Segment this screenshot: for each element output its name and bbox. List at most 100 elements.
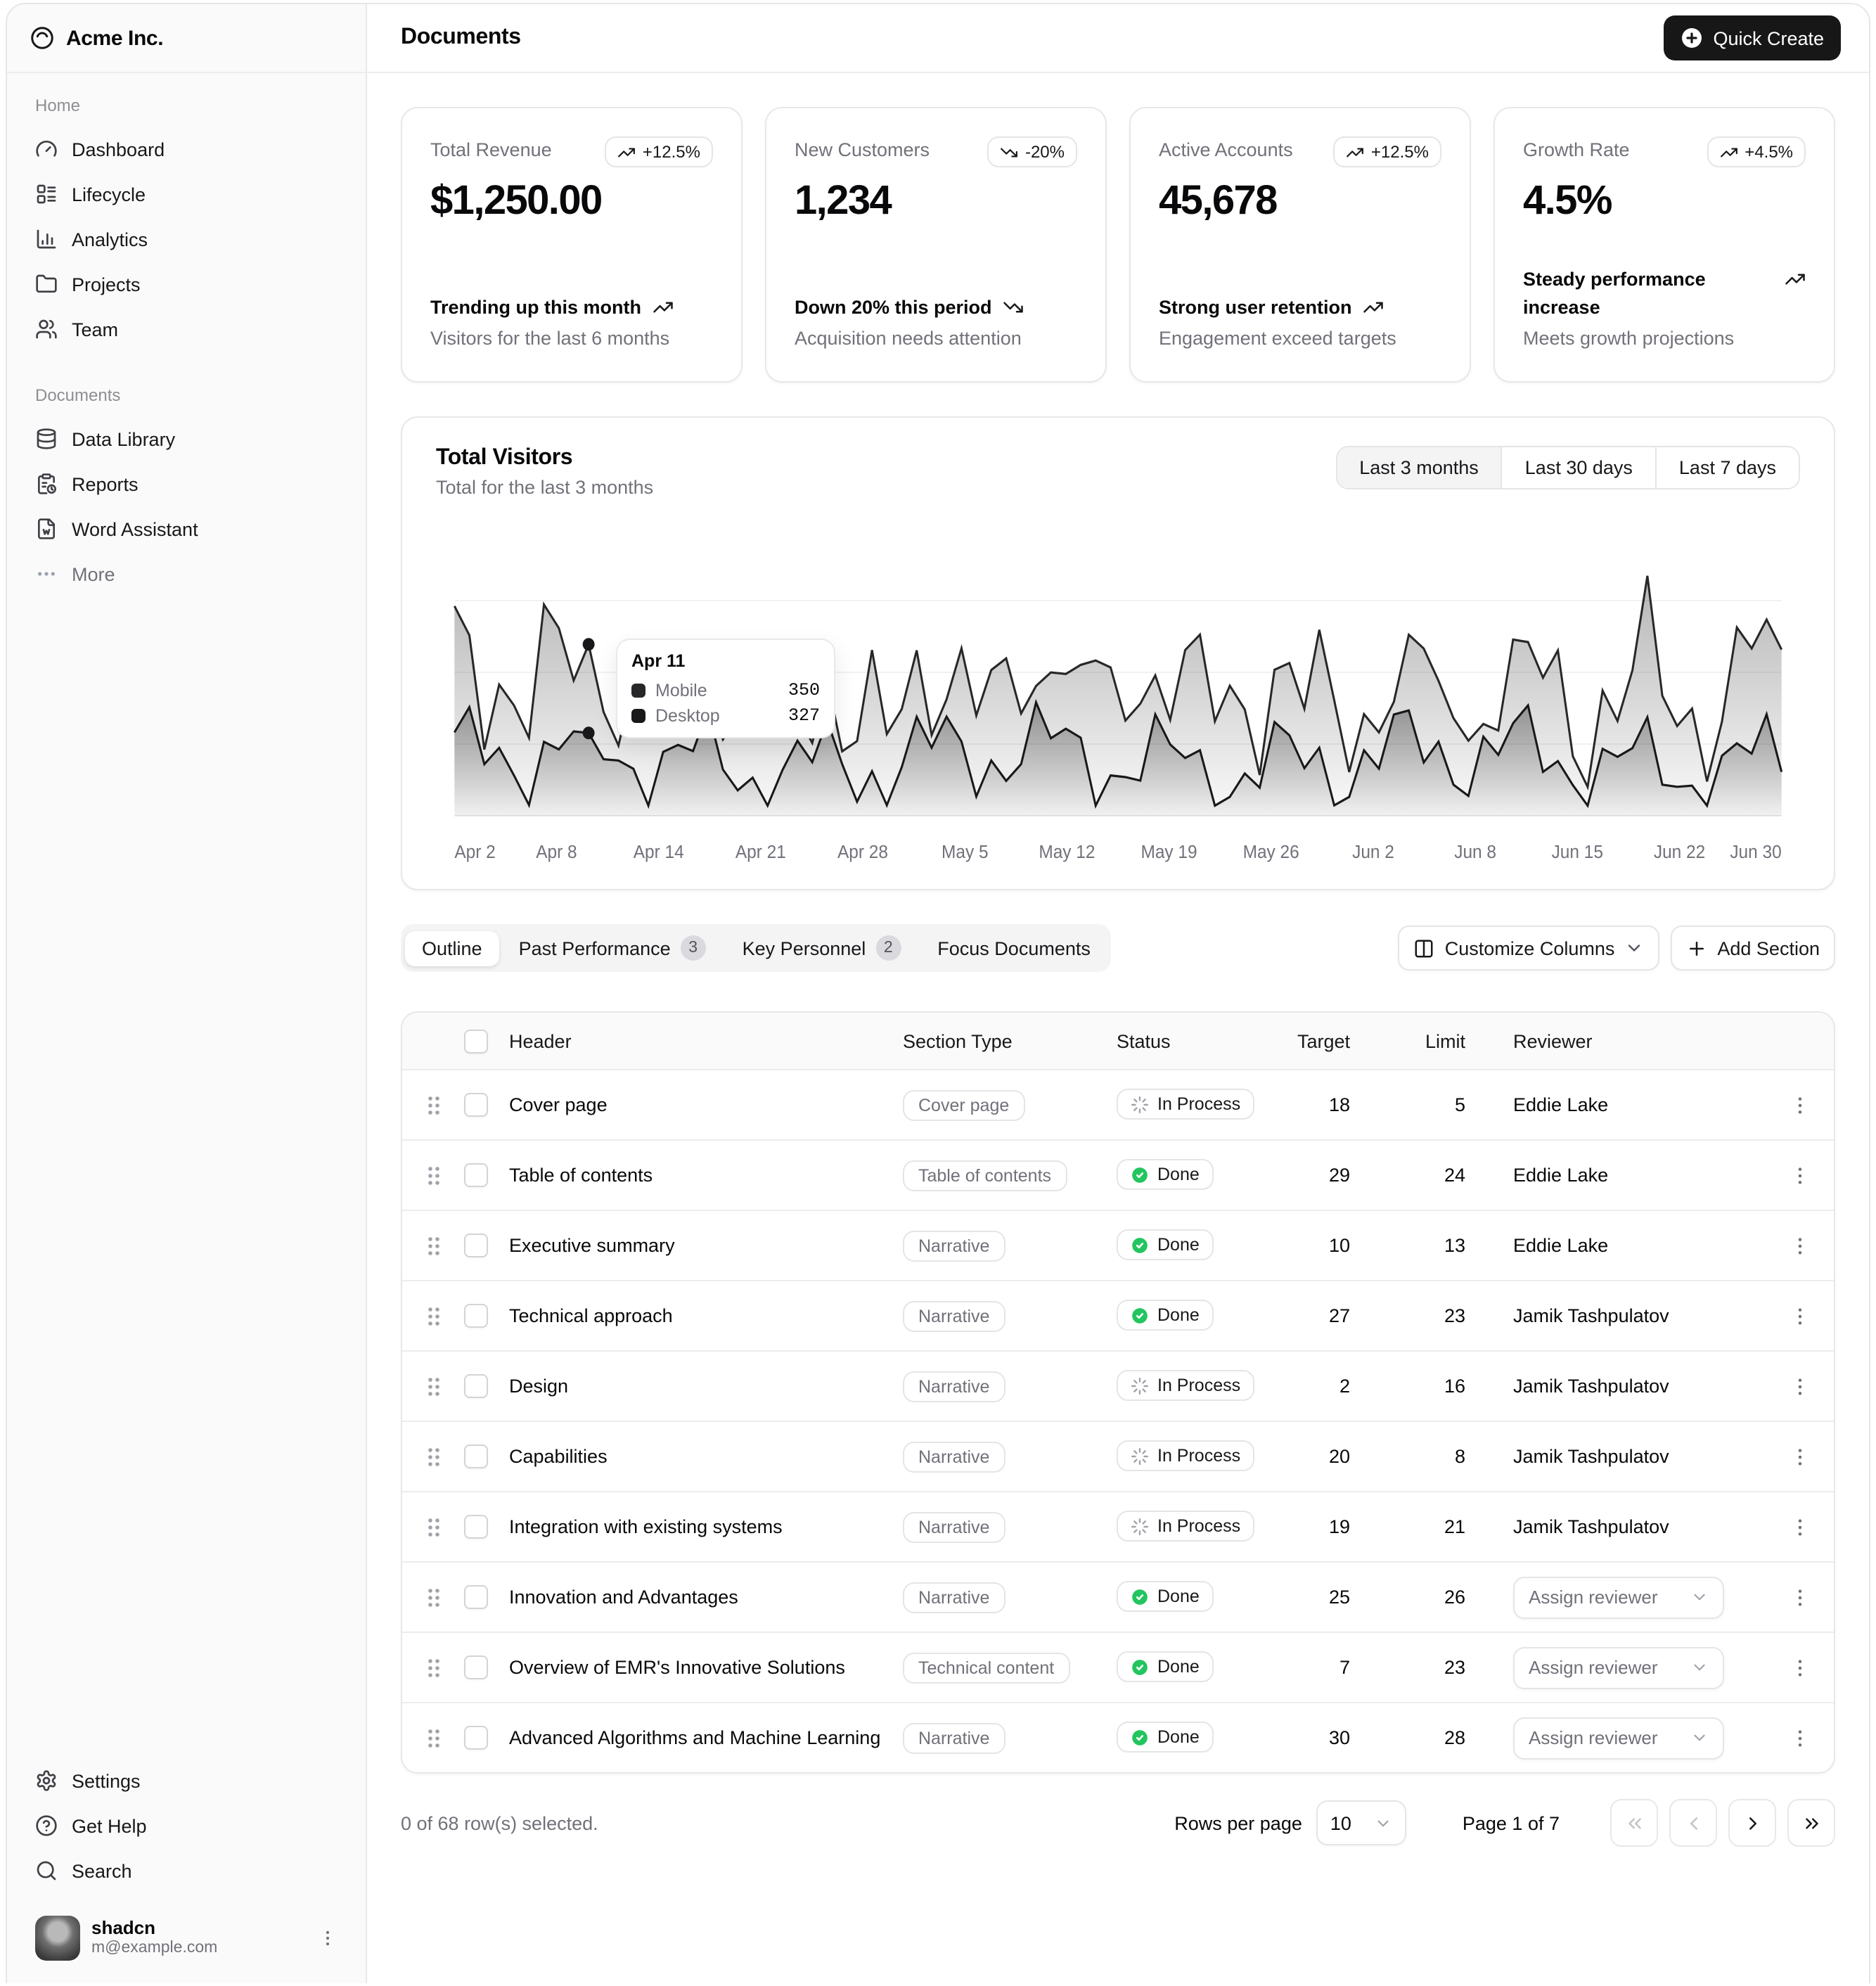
user-menu[interactable]: shadcn m@example.com [24,1907,349,1969]
row-actions-button[interactable] [1766,1516,1834,1538]
range-last-30-days[interactable]: Last 30 days [1501,447,1655,488]
previous-page-button[interactable] [1669,1799,1717,1847]
quick-create-button[interactable]: Quick Create [1664,15,1841,60]
row-header-cell[interactable]: Cover page [509,1094,903,1115]
limit-cell[interactable]: 13 [1370,1235,1485,1256]
target-cell[interactable]: 27 [1257,1305,1370,1326]
row-header-cell[interactable]: Technical approach [509,1305,903,1326]
rows-per-page-select[interactable]: 10 [1316,1800,1406,1845]
tab-focus-documents[interactable]: Focus Documents [920,930,1107,966]
row-header-cell[interactable]: Innovation and Advantages [509,1587,903,1608]
row-checkbox[interactable] [464,1163,488,1187]
chart-area[interactable]: Apr 2Apr 8Apr 14Apr 21Apr 28May 5May 12M… [436,523,1800,875]
row-actions-button[interactable] [1766,1305,1834,1327]
row-header-cell[interactable]: Design [509,1376,903,1397]
sidebar-item-team[interactable]: Team [24,307,349,352]
clipboard-icon [35,473,58,495]
limit-cell[interactable]: 24 [1370,1165,1485,1186]
row-checkbox[interactable] [464,1444,488,1468]
sidebar-item-projects[interactable]: Projects [24,262,349,307]
row-actions-button[interactable] [1766,1586,1834,1608]
stat-label: Active Accounts [1159,136,1293,160]
drag-handle-icon[interactable] [402,1305,464,1327]
limit-cell[interactable]: 21 [1370,1516,1485,1537]
assign-reviewer-select[interactable]: Assign reviewer [1513,1646,1724,1689]
limit-cell[interactable]: 5 [1370,1094,1485,1115]
row-actions-button[interactable] [1766,1094,1834,1116]
row-checkbox[interactable] [464,1304,488,1328]
limit-cell[interactable]: 26 [1370,1587,1485,1608]
limit-cell[interactable]: 8 [1370,1446,1485,1467]
range-last-7-days[interactable]: Last 7 days [1655,447,1799,488]
range-last-3-months[interactable]: Last 3 months [1337,447,1501,488]
target-cell[interactable]: 20 [1257,1446,1370,1467]
limit-cell[interactable]: 28 [1370,1727,1485,1748]
row-checkbox[interactable] [464,1093,488,1117]
row-checkbox[interactable] [464,1515,488,1539]
sidebar-item-dashboard[interactable]: Dashboard [24,127,349,172]
row-header-cell[interactable]: Advanced Algorithms and Machine Learning [509,1727,903,1748]
tab-past-performance[interactable]: Past Performance3 [502,928,723,968]
drag-handle-icon[interactable] [402,1516,464,1538]
series-swatch [631,684,645,698]
drag-handle-icon[interactable] [402,1726,464,1749]
row-checkbox[interactable] [464,1585,488,1609]
sidebar-item-more[interactable]: More [24,551,349,596]
assign-reviewer-select[interactable]: Assign reviewer [1513,1717,1724,1759]
row-header-cell[interactable]: Overview of EMR's Innovative Solutions [509,1657,903,1678]
row-header-cell[interactable]: Executive summary [509,1235,903,1256]
next-page-button[interactable] [1728,1799,1776,1847]
target-cell[interactable]: 2 [1257,1376,1370,1397]
sidebar-item-get-help[interactable]: Get Help [24,1803,349,1848]
drag-handle-icon[interactable] [402,1586,464,1608]
last-page-button[interactable] [1787,1799,1835,1847]
sidebar-item-word-assistant[interactable]: Word Assistant [24,506,349,551]
drag-handle-icon[interactable] [402,1234,464,1257]
target-cell[interactable]: 19 [1257,1516,1370,1537]
drag-handle-icon[interactable] [402,1656,464,1679]
row-actions-button[interactable] [1766,1375,1834,1397]
row-actions-button[interactable] [1766,1656,1834,1679]
svg-text:May 19: May 19 [1141,842,1197,862]
target-cell[interactable]: 25 [1257,1587,1370,1608]
drag-handle-icon[interactable] [402,1094,464,1116]
row-checkbox[interactable] [464,1374,488,1398]
row-actions-button[interactable] [1766,1234,1834,1257]
sidebar-item-lifecycle[interactable]: Lifecycle [24,172,349,217]
row-header-cell[interactable]: Table of contents [509,1165,903,1186]
sidebar-item-search[interactable]: Search [24,1848,349,1893]
row-header-cell[interactable]: Integration with existing systems [509,1516,903,1537]
target-cell[interactable]: 29 [1257,1165,1370,1186]
row-header-cell[interactable]: Capabilities [509,1446,903,1467]
limit-cell[interactable]: 23 [1370,1305,1485,1326]
limit-cell[interactable]: 16 [1370,1376,1485,1397]
select-all-checkbox[interactable] [464,1029,488,1053]
row-actions-button[interactable] [1766,1164,1834,1186]
limit-cell[interactable]: 23 [1370,1657,1485,1678]
tab-outline[interactable]: Outline [405,930,499,966]
row-checkbox[interactable] [464,1234,488,1257]
ellipsis-vertical-icon[interactable] [318,1928,338,1948]
drag-handle-icon[interactable] [402,1375,464,1397]
sidebar-item-analytics[interactable]: Analytics [24,217,349,262]
add-section-button[interactable]: Add Section [1671,925,1835,970]
row-actions-button[interactable] [1766,1445,1834,1468]
svg-text:Jun 8: Jun 8 [1454,842,1496,862]
row-checkbox[interactable] [464,1655,488,1679]
customize-columns-button[interactable]: Customize Columns [1399,925,1660,970]
sidebar-item-reports[interactable]: Reports [24,461,349,506]
workspace-switcher[interactable]: Acme Inc. [7,4,366,73]
target-cell[interactable]: 18 [1257,1094,1370,1115]
drag-handle-icon[interactable] [402,1164,464,1186]
row-checkbox[interactable] [464,1726,488,1750]
first-page-button[interactable] [1610,1799,1658,1847]
sidebar-item-settings[interactable]: Settings [24,1758,349,1803]
row-actions-button[interactable] [1766,1726,1834,1749]
tab-key-personnel[interactable]: Key Personnel2 [726,928,918,968]
assign-reviewer-select[interactable]: Assign reviewer [1513,1576,1724,1618]
sidebar-item-data-library[interactable]: Data Library [24,416,349,461]
drag-handle-icon[interactable] [402,1445,464,1468]
target-cell[interactable]: 30 [1257,1727,1370,1748]
target-cell[interactable]: 7 [1257,1657,1370,1678]
target-cell[interactable]: 10 [1257,1235,1370,1256]
